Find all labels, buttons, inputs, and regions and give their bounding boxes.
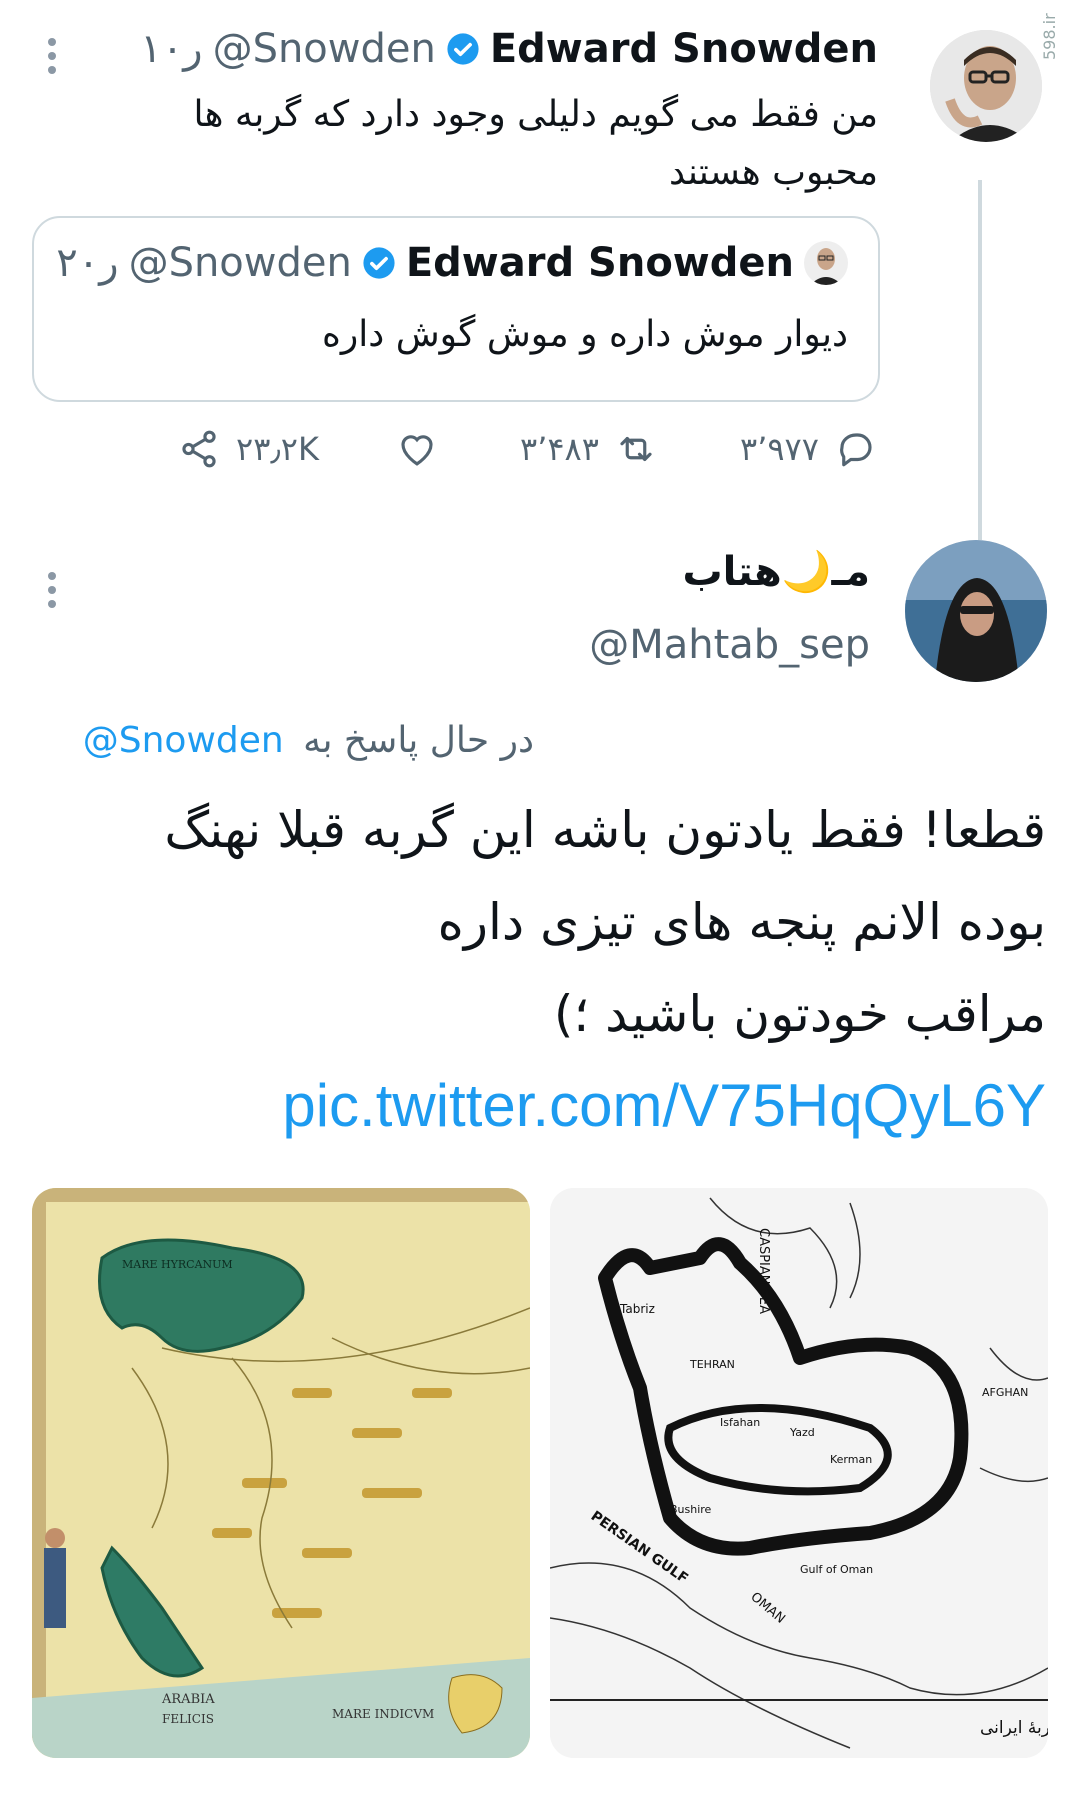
map-caption: تصویر ۲ – نقشهٔ تصوری ایران به شکل گربهٔ… <box>980 1717 1048 1738</box>
reply-text-line2: بوده الانم پنجه های تیزی داره <box>437 893 1046 951</box>
reply-icon <box>840 433 872 467</box>
tweet1-text: من فقط می گویم دلیلی وجود دارد که گربه ه… <box>193 94 879 193</box>
quoted-tweet[interactable]: ۲۰ر @Snowden Edward Snowden دیوار موش دا… <box>32 216 880 402</box>
map-label: ARABIA <box>161 1692 215 1707</box>
retweet-count: ۳٬۴۸۳ <box>520 430 599 468</box>
watermark: 598.ir <box>1040 13 1059 60</box>
map-label: TEHRAN <box>689 1358 735 1371</box>
verified-badge-icon <box>363 247 395 279</box>
map-label: AFGHAN <box>982 1386 1028 1399</box>
reply-name[interactable]: مـ🌙هتاب <box>682 548 870 595</box>
tweet1-name[interactable]: Edward Snowden <box>490 26 878 72</box>
more-options-icon[interactable] <box>48 566 58 614</box>
map-label: MARE INDICVM <box>332 1707 434 1721</box>
quoted-text: دیوار موش داره و موش گوش داره <box>322 314 848 355</box>
tweet1-handle[interactable]: @Snowden <box>213 26 436 72</box>
quoted-handle: @Snowden <box>128 240 352 286</box>
replying-to-line: در حال پاسخ به @Snowden <box>83 720 534 761</box>
quoted-time: ۲۰ر <box>56 240 119 286</box>
antique-map-image[interactable]: MARE HYRCANUM ARABIA FELICIS MARE INDICV… <box>32 1188 530 1758</box>
reply-handle[interactable]: @Mahtab_sep <box>589 622 870 668</box>
map-label: Bushire <box>670 1503 712 1516</box>
quoted-name: Edward Snowden <box>405 240 794 286</box>
replying-prefix: در حال پاسخ به <box>303 720 534 761</box>
map-label: Yazd <box>789 1426 815 1439</box>
reply-count: ۳٬۹۷۷ <box>740 430 819 468</box>
share-button[interactable]: ۲۳٫۲K <box>178 428 319 470</box>
quoted-header: ۲۰ر @Snowden Edward Snowden <box>56 240 848 286</box>
mahtab-avatar[interactable] <box>905 540 1047 682</box>
tweet1-header: ۱۰ر @Snowden Edward Snowden <box>140 26 878 72</box>
retweet-icon <box>620 436 652 462</box>
map-label: MARE HYRCANUM <box>122 1258 233 1271</box>
heart-icon <box>401 435 433 466</box>
like-button[interactable] <box>396 428 454 470</box>
tweet1-time: ۱۰ر <box>140 26 203 72</box>
reply-button[interactable]: ۳٬۹۷۷ <box>740 428 877 470</box>
share-count: ۲۳٫۲K <box>236 430 319 468</box>
map-label: Isfahan <box>720 1416 760 1429</box>
verified-badge-icon <box>447 33 479 65</box>
snowden-mini-avatar <box>804 241 848 285</box>
reply-text-line3: مراقب خودتون باشید ؛) <box>553 985 1046 1043</box>
share-icon <box>182 430 216 468</box>
tweet1-actions: ۲۳٫۲K ۳٬۴۸۳ ۳٬۹۷۷ <box>0 428 1080 488</box>
snowden-avatar[interactable] <box>930 30 1042 142</box>
more-options-icon[interactable] <box>48 32 58 80</box>
map-label: FELICIS <box>162 1712 214 1726</box>
reply-text-line1: قطعا! فقط یادتون باشه این گربه قبلا نهنگ <box>164 801 1046 859</box>
map-label: CASPIAN SEA <box>756 1228 771 1314</box>
replying-to-handle[interactable]: @Snowden <box>83 720 284 761</box>
reply-media-link[interactable]: pic.twitter.com/V75HqQyL6Y <box>282 1066 1046 1146</box>
retweet-button[interactable]: ۳٬۴۸۳ <box>520 428 657 470</box>
cat-map-image[interactable]: CASPIAN SEA Tabriz TEHRAN Isfahan Yazd K… <box>550 1188 1048 1758</box>
map-label: Tabriz <box>619 1302 655 1316</box>
map-label: Kerman <box>830 1453 872 1466</box>
map-label: Gulf of Oman <box>800 1563 873 1576</box>
